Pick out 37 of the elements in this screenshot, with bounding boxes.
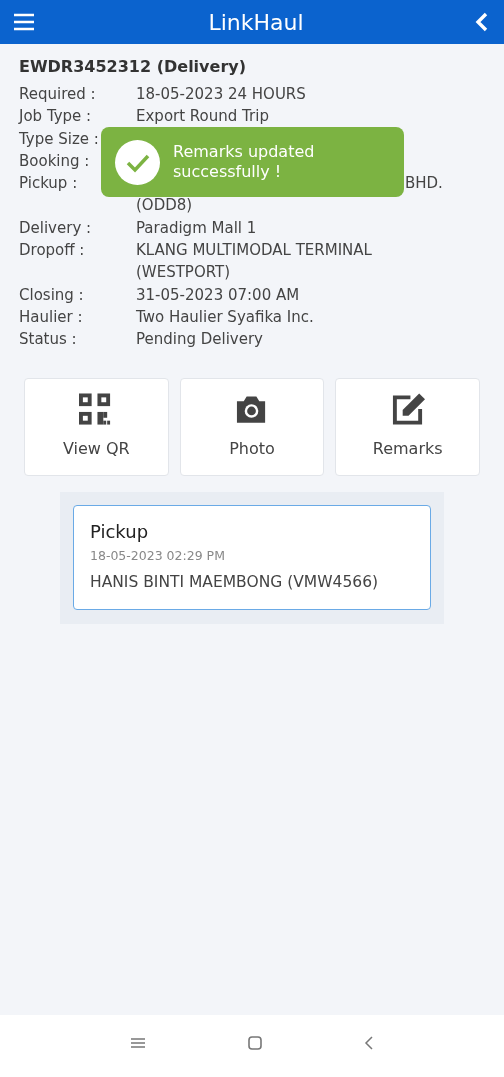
field-label: Dropoff : — [19, 240, 86, 262]
field-label: Type Size : — [19, 128, 100, 150]
action-button[interactable]: Photo — [179, 377, 325, 476]
toast-message: Remarks updated successfully ! — [173, 142, 316, 182]
field-value: 18-05-2023 24 HOURS — [136, 84, 306, 105]
card-driver: HANIS BINTI MAEMBONG (VMW4566) — [90, 572, 380, 594]
field-label: Job Type : — [19, 106, 93, 128]
field-label: Closing : — [19, 284, 85, 306]
field-value: Export Round Trip — [136, 106, 269, 128]
app-title: LinkHaul — [208, 8, 304, 37]
field-value: Paradigm Mall 1 — [136, 217, 257, 239]
field-value: (WESTPORT) — [136, 262, 231, 284]
action-button[interactable]: View QR — [24, 377, 169, 476]
check-icon — [115, 139, 160, 185]
job-title: EWDR3452312 (Delivery) — [19, 56, 247, 78]
field-value: (ODD8) — [136, 195, 193, 217]
card-time: 18-05-2023 02:29 PM — [90, 546, 226, 565]
field-value: 31-05-2023 07:00 AM — [136, 284, 300, 306]
back-icon — [475, 12, 489, 32]
field-label: Required : — [19, 84, 97, 105]
field-label: Haulier : — [19, 306, 84, 328]
field-value: Pending Delivery — [136, 329, 263, 351]
field-label: Pickup : — [19, 173, 79, 195]
back-icon — [364, 1036, 374, 1050]
edit-icon — [390, 392, 425, 427]
field-label: Delivery : — [19, 217, 93, 239]
field-label: Status : — [19, 329, 78, 351]
card-title: Pickup — [90, 519, 150, 544]
action-button[interactable]: Remarks — [335, 377, 480, 476]
menu-icon — [13, 12, 35, 32]
menu-button[interactable] — [12, 11, 36, 33]
field-value: KLANG MULTIMODAL TERMINAL — [136, 240, 372, 262]
field-label: Booking : — [19, 150, 91, 172]
menu-icon — [130, 1037, 146, 1049]
field-value: BHD. — [405, 173, 443, 195]
field-value: Two Haulier Syafika Inc. — [136, 306, 314, 328]
home-icon — [248, 1036, 262, 1050]
